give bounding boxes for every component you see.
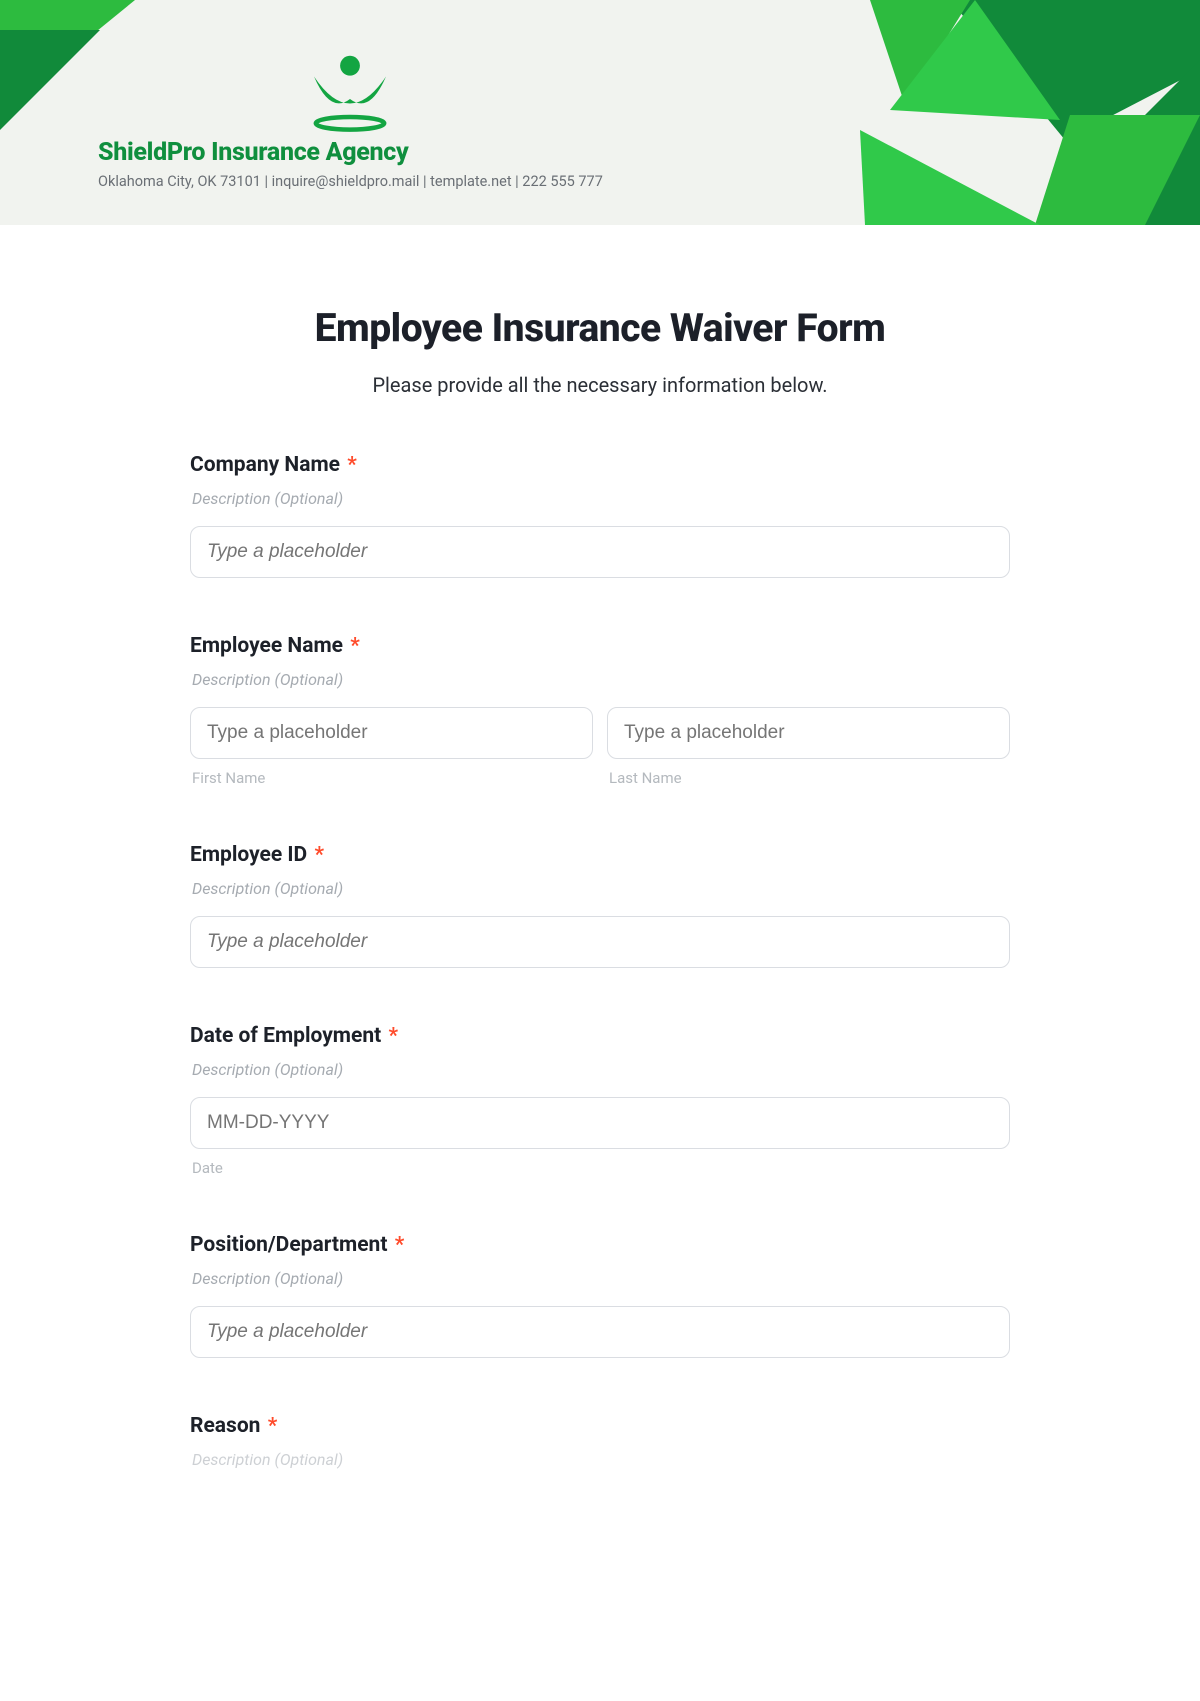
brand-name: ShieldPro Insurance Agency (98, 138, 603, 167)
field-employee-id: Employee ID * Description (Optional) (190, 843, 1010, 968)
employee-id-input[interactable] (190, 916, 1010, 968)
label-employee-id: Employee ID * (190, 843, 1010, 867)
required-marker: * (347, 453, 357, 477)
required-marker: * (314, 843, 324, 867)
field-description[interactable]: Description (Optional) (190, 1269, 1010, 1288)
form-subtitle: Please provide all the necessary informa… (190, 373, 1010, 397)
brand-block: ShieldPro Insurance Agency Oklahoma City… (98, 48, 603, 190)
field-description[interactable]: Description (Optional) (190, 879, 1010, 898)
date-of-employment-input[interactable] (190, 1097, 1010, 1149)
required-marker: * (268, 1414, 278, 1438)
last-name-input[interactable] (607, 707, 1010, 759)
brand-logo-icon (305, 48, 395, 132)
brand-contact-line: Oklahoma City, OK 73101 | inquire@shield… (98, 173, 603, 190)
label-date-of-employment: Date of Employment * (190, 1024, 1010, 1048)
label-company-name: Company Name * (190, 453, 1010, 477)
first-name-input[interactable] (190, 707, 593, 759)
position-department-input[interactable] (190, 1306, 1010, 1358)
triangle-decoration (640, 0, 1200, 225)
form-title: Employee Insurance Waiver Form (190, 305, 1010, 351)
label-reason: Reason * (190, 1414, 1010, 1438)
required-marker: * (395, 1233, 405, 1257)
sublabel-first-name: First Name (190, 769, 593, 787)
header-banner: ShieldPro Insurance Agency Oklahoma City… (0, 0, 1200, 225)
label-position-department: Position/Department * (190, 1233, 1010, 1257)
field-description[interactable]: Description (Optional) (190, 1450, 1010, 1469)
required-marker: * (350, 634, 360, 658)
field-description[interactable]: Description (Optional) (190, 670, 1010, 689)
field-company-name: Company Name * Description (Optional) (190, 453, 1010, 578)
field-date-of-employment: Date of Employment * Description (Option… (190, 1024, 1010, 1177)
sublabel-date: Date (190, 1159, 1010, 1177)
field-reason: Reason * Description (Optional) (190, 1414, 1010, 1469)
field-description[interactable]: Description (Optional) (190, 1060, 1010, 1079)
field-description[interactable]: Description (Optional) (190, 489, 1010, 508)
sublabel-last-name: Last Name (607, 769, 1010, 787)
required-marker: * (388, 1024, 398, 1048)
field-employee-name: Employee Name * Description (Optional) F… (190, 634, 1010, 787)
label-employee-name: Employee Name * (190, 634, 1010, 658)
form-container: Employee Insurance Waiver Form Please pr… (190, 225, 1010, 1529)
company-name-input[interactable] (190, 526, 1010, 578)
field-position-department: Position/Department * Description (Optio… (190, 1233, 1010, 1358)
